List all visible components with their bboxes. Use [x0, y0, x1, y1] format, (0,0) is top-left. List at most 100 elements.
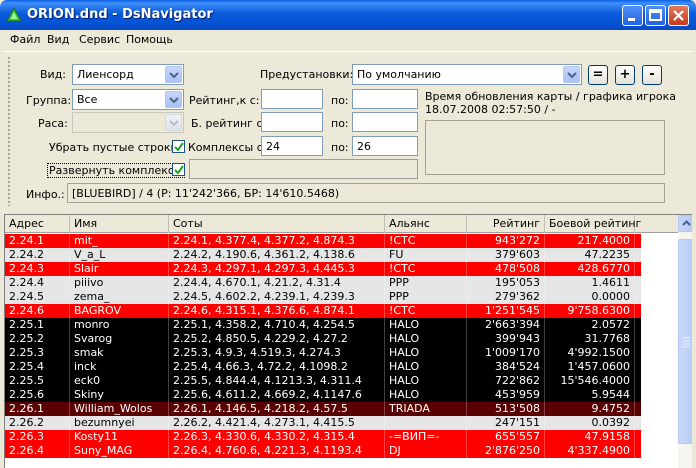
menu-service[interactable]: Сервис	[79, 33, 120, 46]
table-row[interactable]: 2.24.4 piiivo 2.24.4, 4.670.1, 4.21.2, 4.3…	[5, 276, 641, 290]
table-row[interactable]: 2.25.1 monro 2.25.1, 4.358.2, 4.710.4, 4.2…	[5, 318, 641, 332]
cell-rating: 1'251'545	[467, 304, 545, 318]
cell-alliance: DJ	[385, 444, 467, 458]
filter-panel: Вид: Лиенсорд Группа: Все Раса: Убрать п…	[4, 51, 692, 210]
menu-file[interactable]: Файл	[10, 33, 40, 46]
cell-alliance: -=ВИП=-	[385, 430, 467, 444]
cell-name: monro	[70, 318, 169, 332]
table-row[interactable]: 2.26.1 William_Wolos 2.26.1, 4.146.5, 4.21…	[5, 402, 641, 416]
cell-addr: 2.26.3	[5, 430, 70, 444]
cell-rating: 2'663'394	[467, 318, 545, 332]
table-row[interactable]: 2.26.4 Suny_MAG 2.26.4, 4.760.6, 4.221.3, …	[5, 444, 641, 458]
complexes-to-input[interactable]: 26	[352, 136, 418, 156]
cell-soty: 2.25.6, 4.611.2, 4.669.2, 4.1147.6	[169, 388, 385, 402]
minimize-button[interactable]	[622, 5, 643, 26]
info-value: [BLUEBIRD] / 4 (Р: 11'242'366, БР: 14'61…	[72, 187, 340, 200]
table-row[interactable]: 2.25.3 smak 2.25.3, 4.9.3, 4.519.3, 4.274.…	[5, 346, 641, 360]
title-bar[interactable]: ORION.dnd - DsNavigator	[0, 0, 696, 30]
table-header: Адрес Имя Соты Альянс Рейтинг Боевой рей…	[5, 215, 678, 233]
table-row[interactable]: 2.24.2 V_a_L 2.24.2, 4.190.6, 4.361.2, 4.1…	[5, 248, 641, 262]
preset-remove-button[interactable]: -	[642, 65, 662, 85]
player-graph-area	[425, 120, 665, 175]
menu-help[interactable]: Помощь	[126, 33, 173, 46]
column-header-name[interactable]: Имя	[70, 215, 169, 233]
cell-rating: 453'959	[467, 388, 545, 402]
cell-alliance: HALO	[385, 374, 467, 388]
cell-addr: 2.24.4	[5, 276, 70, 290]
menu-bar: Файл Вид Сервис Помощь	[4, 30, 692, 50]
table-row[interactable]: 2.24.5 zema_ 2.24.5, 4.602.2, 4.239.1, 4.2…	[5, 290, 641, 304]
toolbar-grip[interactable]	[7, 56, 11, 206]
menu-view[interactable]: Вид	[47, 33, 69, 46]
cell-battle: 1.4611	[545, 276, 635, 290]
cell-alliance: HALO	[385, 332, 467, 346]
cell-alliance: FU	[385, 248, 467, 262]
column-header-battle-rating[interactable]: Боевой рейтинг	[545, 215, 641, 233]
cell-battle: 0.0000	[545, 290, 635, 304]
expand-complexes-checkbox[interactable]	[172, 163, 185, 176]
maximize-button[interactable]	[645, 5, 666, 26]
cell-name: V_a_L	[70, 248, 169, 262]
vid-dropdown-arrow[interactable]	[165, 66, 182, 83]
table-row[interactable]: 2.25.2 Svarog 2.25.2, 4.850.5, 4.229.2, 4.…	[5, 332, 641, 346]
column-header-rating[interactable]: Рейтинг	[467, 215, 545, 233]
cell-soty: 2.24.5, 4.602.2, 4.239.1, 4.239.3	[169, 290, 385, 304]
table-row[interactable]: 2.25.6 Skiny 2.25.6, 4.611.2, 4.669.2, 4.1…	[5, 388, 641, 402]
scroll-thumb[interactable]	[678, 239, 692, 444]
maximize-icon	[649, 9, 662, 21]
table-row[interactable]: 2.26.3 Kosty11 2.26.3, 4.330.6, 4.330.2, 4…	[5, 430, 641, 444]
rating-to-input[interactable]	[352, 89, 418, 109]
battle-rating-to-input[interactable]	[352, 112, 418, 132]
battle-po-label: по:	[331, 117, 349, 130]
table-row[interactable]: 2.25.4 inck 2.25.4, 4.66.3, 4.72.2, 4.1098…	[5, 360, 641, 374]
cell-battle: 47.9158	[545, 430, 635, 444]
cell-battle: 15'546.4000	[545, 374, 635, 388]
cell-battle: 0.0392	[545, 416, 635, 430]
scroll-up-button[interactable]	[678, 215, 692, 232]
table-row[interactable]: 2.25.5 eck0 2.25.5, 4.844.4, 4.1213.3, 4.3…	[5, 374, 641, 388]
players-table[interactable]: Адрес Имя Соты Альянс Рейтинг Боевой рей…	[4, 214, 692, 468]
cell-alliance: HALO	[385, 360, 467, 374]
cell-battle: 428.6770	[545, 262, 635, 276]
gruppa-combo[interactable]: Все	[72, 89, 184, 110]
cell-addr: 2.24.2	[5, 248, 70, 262]
cell-rating: 379'603	[467, 248, 545, 262]
cell-soty: 2.25.4, 4.66.3, 4.72.2, 4.1098.2	[169, 360, 385, 374]
cell-addr: 2.25.1	[5, 318, 70, 332]
column-header-cells[interactable]: Соты	[169, 215, 385, 233]
cell-rating: 195'053	[467, 276, 545, 290]
update-time-label: Время обновления карты / графика игрока	[425, 90, 677, 103]
table-row[interactable]: 2.24.3 Slair 2.24.3, 4.297.1, 4.297.3, 4.4…	[5, 262, 641, 276]
empty-rows-checkbox[interactable]	[172, 140, 185, 153]
cell-battle: 217.4000	[545, 234, 635, 248]
vid-combo[interactable]: Лиенсорд	[72, 64, 184, 85]
complexes-from-value: 24	[266, 140, 280, 153]
cell-name: zema_	[70, 290, 169, 304]
preset-add-button[interactable]: +	[615, 65, 635, 85]
table-row[interactable]: 2.24.1 mit_ 2.24.1, 4.377.4, 4.377.2, 4.87…	[5, 234, 641, 248]
table-row[interactable]: 2.26.2 bezumnyei 2.26.2, 4.421.4, 4.273.1,…	[5, 416, 641, 430]
cell-soty: 2.24.4, 4.670.1, 4.21.2, 4.31.4	[169, 276, 385, 290]
presets-dropdown-arrow[interactable]	[563, 66, 580, 83]
cell-rating: 513'508	[467, 402, 545, 416]
cell-rating: 478'508	[467, 262, 545, 276]
table-row[interactable]: 2.24.6 BAGROV 2.24.6, 4.315.1, 4.376.6, 4.…	[5, 304, 641, 318]
column-header-address[interactable]: Адрес	[5, 215, 70, 233]
preset-save-button[interactable]: =	[588, 65, 608, 85]
close-button[interactable]	[668, 5, 689, 26]
column-header-alliance[interactable]: Альянс	[385, 215, 467, 233]
presets-combo[interactable]: По умолчанию	[352, 64, 582, 85]
rasa-combo[interactable]	[72, 112, 184, 133]
gruppa-dropdown-arrow[interactable]	[165, 91, 182, 108]
complexes-from-input[interactable]: 24	[261, 136, 323, 156]
chevron-down-icon	[169, 120, 179, 127]
rating-from-input[interactable]	[261, 89, 323, 109]
vid-value: Лиенсорд	[77, 68, 134, 81]
app-icon	[6, 6, 22, 22]
vertical-scrollbar[interactable]	[678, 215, 692, 468]
cell-name: piiivo	[70, 276, 169, 290]
battle-rating-from-input[interactable]	[261, 112, 323, 132]
cell-rating: 2'876'250	[467, 444, 545, 458]
rasa-dropdown-arrow[interactable]	[165, 114, 182, 131]
expand-complexes-label: Развернуть комплексы	[47, 163, 185, 178]
